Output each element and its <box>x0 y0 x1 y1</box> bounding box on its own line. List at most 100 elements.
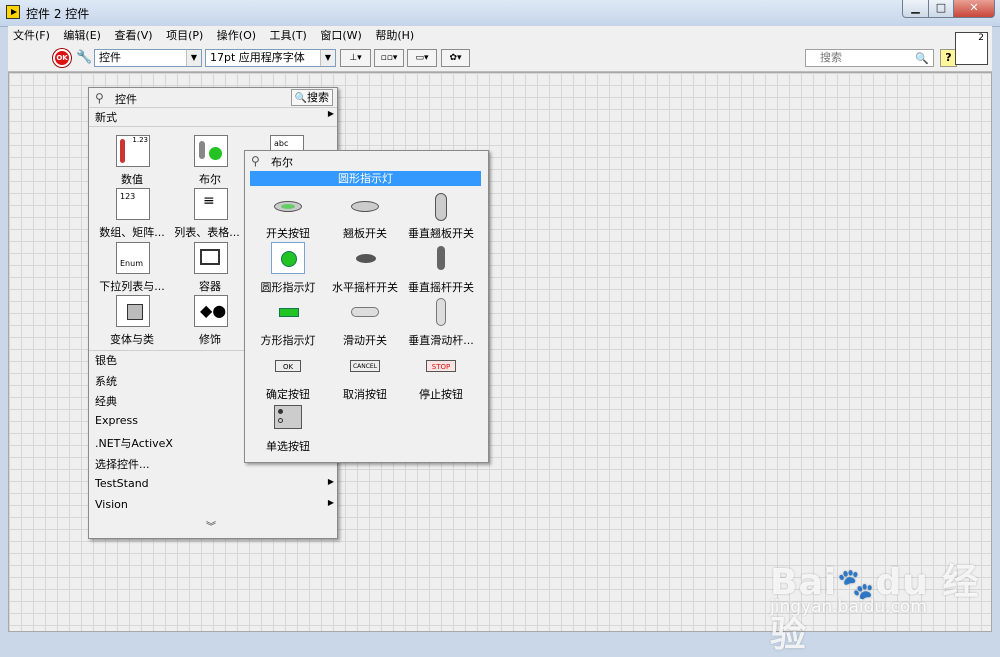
search-input[interactable]: 搜索 🔍 <box>805 49 934 67</box>
grid-label: 数组、矩阵... <box>99 226 165 239</box>
boolean-palette-icon[interactable] <box>194 135 228 167</box>
menu-bar: 文件(F) 编辑(E) 查看(V) 项目(P) 操作(O) 工具(T) 窗口(W… <box>8 26 992 45</box>
resize-objects-button[interactable]: ▭▾ <box>407 49 437 67</box>
align-icon: ⊥▾ <box>349 53 362 63</box>
boolean-subpalette: ⚲ 布尔 圆形指示灯 开关按钮 翘板开关 垂直翘板开关 圆形指示灯 水平摇杆开关… <box>244 150 489 463</box>
stop-button-icon[interactable]: STOP <box>424 350 458 382</box>
category-teststand[interactable]: TestStand <box>95 477 149 490</box>
toolbar: OK 🔧 控件 ▼ 17pt 应用程序字体 ▼ ⊥▾ ▫▫▾ ▭▾ ✿▾ 搜索 🔍 ? <box>8 45 992 72</box>
chevron-right-icon: ▶ <box>327 477 334 486</box>
search-icon: 🔍 <box>294 93 307 104</box>
grid-label: 数值 <box>121 173 143 186</box>
vi-icon[interactable]: 2 <box>955 32 988 65</box>
palette-search-label: 搜索 <box>307 91 329 104</box>
category-vision[interactable]: Vision <box>95 498 128 511</box>
palette-dropdown-value: 控件 <box>99 51 121 64</box>
grid-label: 列表、表格... <box>174 226 240 239</box>
numeric-palette-icon[interactable]: 1.23 <box>116 135 150 167</box>
rocker-switch-icon[interactable] <box>348 191 382 223</box>
ring-enum-palette-icon[interactable]: Enum <box>116 242 150 274</box>
palette-dropdown[interactable]: 控件 ▼ <box>94 49 202 67</box>
cancel-button-icon[interactable]: CANCEL <box>348 350 382 382</box>
close-button[interactable]: ✕ <box>953 0 995 18</box>
window-title: 控件 2 控件 <box>26 7 90 21</box>
square-led-icon[interactable] <box>271 296 305 328</box>
chevron-right-icon: ▶ <box>327 498 334 507</box>
shapes-icon: ◆● <box>200 301 227 320</box>
boolean-palette-title: 布尔 <box>271 156 293 169</box>
vertical-slide-icon[interactable] <box>424 296 458 328</box>
distribute-objects-button[interactable]: ▫▫▾ <box>374 49 404 67</box>
vi-icon-number: 2 <box>978 33 984 43</box>
decorations-palette-icon[interactable]: ◆● <box>194 295 228 327</box>
search-placeholder: 搜索 <box>820 51 842 64</box>
menu-file[interactable]: 文件(F) <box>8 26 55 45</box>
category-select-control[interactable]: 选择控件... <box>95 456 150 472</box>
boolean-item-label: 停止按钮 <box>419 388 463 401</box>
cube-icon <box>127 304 143 320</box>
category-system[interactable]: 系统 <box>95 373 117 389</box>
palette-section-modern[interactable]: 新式 <box>95 109 117 125</box>
radio-buttons-icon[interactable] <box>274 405 308 437</box>
push-button-icon[interactable] <box>271 191 305 223</box>
folder-icon <box>200 249 220 265</box>
variant-class-palette-icon[interactable] <box>116 295 150 327</box>
slide-switch-icon[interactable] <box>348 296 382 328</box>
section-label: 新式 <box>95 111 117 124</box>
ok-button-icon[interactable]: OK <box>271 350 305 382</box>
menu-window[interactable]: 窗口(W) <box>315 26 366 45</box>
pin-icon[interactable]: ⚲ <box>251 154 260 168</box>
table-glyph: ≡ <box>203 193 215 209</box>
enum-glyph: Enum <box>120 259 143 268</box>
font-dropdown[interactable]: 17pt 应用程序字体 ▼ <box>205 49 336 67</box>
font-dropdown-value: 17pt 应用程序字体 <box>210 51 305 64</box>
boolean-item-label: 单选按钮 <box>266 440 310 453</box>
boolean-item-label: 垂直翘板开关 <box>408 227 474 240</box>
thermometer-icon <box>120 139 125 163</box>
menu-view[interactable]: 查看(V) <box>109 26 157 45</box>
abort-execution-icon[interactable]: OK <box>53 49 71 67</box>
horizontal-toggle-icon[interactable] <box>348 242 382 274</box>
palette-search-button[interactable]: 🔍搜索 <box>290 89 333 106</box>
wrench-icon[interactable]: 🔧 <box>76 49 92 67</box>
grid-label: 布尔 <box>199 173 221 186</box>
grid-label: 容器 <box>199 280 221 293</box>
chevron-right-icon: ▶ <box>327 109 334 118</box>
boolean-item-label: 垂直摇杆开关 <box>408 281 474 294</box>
pin-icon[interactable]: ⚲ <box>95 91 104 105</box>
labview-app-icon <box>6 5 20 19</box>
round-led-icon[interactable] <box>271 242 305 274</box>
title-bar <box>0 0 1000 27</box>
search-icon[interactable]: 🔍 <box>915 51 929 67</box>
align-objects-button[interactable]: ⊥▾ <box>340 49 371 67</box>
controls-palette-header: ⚲ 控件 🔍搜索 <box>89 88 337 108</box>
array-glyph: 123 <box>120 192 136 201</box>
expand-chevron-icon[interactable]: ︾ <box>206 518 216 533</box>
menu-edit[interactable]: 编辑(E) <box>58 26 106 45</box>
list-table-palette-icon[interactable]: ≡ <box>194 188 228 220</box>
boolean-item-label: 垂直滑动杆... <box>408 334 474 347</box>
menu-help[interactable]: 帮助(H) <box>370 26 419 45</box>
watermark-url: jingyan.baidu.com <box>770 597 927 617</box>
grid-label: 修饰 <box>199 333 221 346</box>
vertical-rocker-icon[interactable] <box>424 191 458 223</box>
category-classic[interactable]: 经典 <box>95 393 117 409</box>
category-express[interactable]: Express <box>95 414 138 427</box>
menu-project[interactable]: 项目(P) <box>161 26 208 45</box>
maximize-button[interactable]: □ <box>928 0 954 18</box>
selected-item-tooltip: 圆形指示灯 <box>250 171 481 186</box>
category-dotnet-activex[interactable]: .NET与ActiveX <box>95 435 173 451</box>
containers-palette-icon[interactable] <box>194 242 228 274</box>
resize-icon: ▭▾ <box>415 53 429 63</box>
menu-operate[interactable]: 操作(O) <box>212 26 261 45</box>
reorder-button[interactable]: ✿▾ <box>441 49 470 67</box>
category-silver[interactable]: 银色 <box>95 352 117 368</box>
controls-palette-title: 控件 <box>115 93 137 106</box>
menu-tools[interactable]: 工具(T) <box>265 26 312 45</box>
vertical-toggle-icon[interactable] <box>424 242 458 274</box>
led-icon <box>209 147 222 160</box>
grid-label: 变体与类 <box>110 333 154 346</box>
chevron-down-icon: ▼ <box>186 50 201 66</box>
array-matrix-palette-icon[interactable]: 123 <box>116 188 150 220</box>
minimize-button[interactable]: ▁ <box>902 0 929 18</box>
